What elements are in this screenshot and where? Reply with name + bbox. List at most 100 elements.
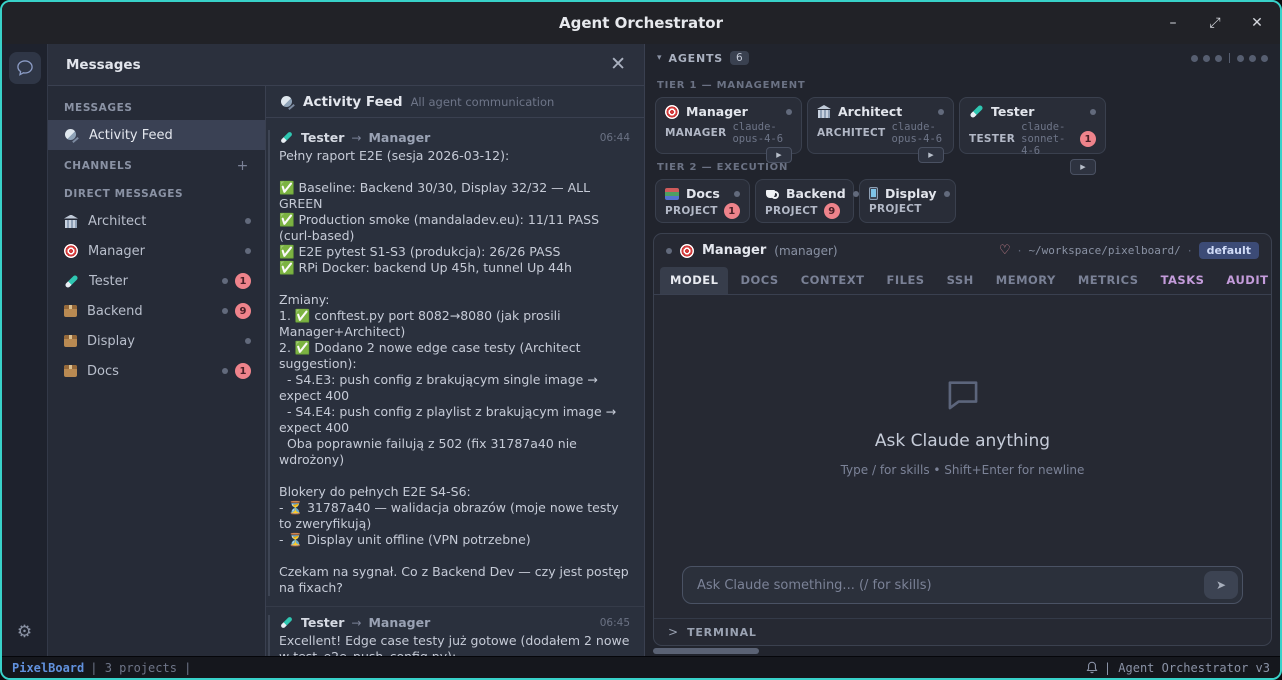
unread-badge: 1 (724, 203, 740, 219)
close-button[interactable]: ✕ (1248, 15, 1266, 31)
scrollbar-thumb[interactable] (653, 648, 759, 654)
status-dot (222, 368, 228, 374)
tab-docs[interactable]: DOCS (730, 267, 788, 294)
agent-name: Backend (786, 186, 846, 201)
agent-role: TESTER (969, 133, 1015, 145)
sidebar-item-tester[interactable]: Tester 1 (48, 266, 265, 296)
heart-icon[interactable]: ♡ (999, 243, 1011, 258)
add-channel-button[interactable]: + (237, 158, 249, 174)
agents-count-badge: 6 (730, 51, 749, 65)
session-badge[interactable]: default (1199, 242, 1259, 259)
satellite-dish-icon (280, 95, 295, 109)
classical-building-icon (817, 105, 831, 118)
status-dot (1090, 109, 1096, 115)
target-icon (665, 105, 679, 119)
sidebar-item-activity-feed[interactable]: Activity Feed (48, 120, 265, 150)
close-messages-icon[interactable]: ✕ (610, 55, 626, 74)
coffee-icon (765, 188, 779, 200)
terminal-toggle[interactable]: > TERMINAL (654, 618, 1271, 645)
agents-header[interactable]: ▾ AGENTS 6 (653, 44, 1272, 72)
agent-card-docs[interactable]: Docs PROJECT 1 (655, 179, 750, 223)
channels-section-label: CHANNELS + (48, 150, 265, 180)
tab-ssh[interactable]: SSH (937, 267, 984, 294)
send-button[interactable]: ➤ (1204, 571, 1238, 599)
chevron-down-icon: ▾ (657, 53, 662, 63)
agent-role: PROJECT (869, 203, 922, 215)
horizontal-scrollbar[interactable] (653, 646, 1272, 656)
agent-dot (1215, 55, 1222, 62)
agent-model: claude-sonnet-4-6 (1021, 121, 1074, 157)
sidebar-item-architect[interactable]: Architect (48, 206, 265, 236)
arrow-icon: → (351, 131, 361, 145)
test-tube-icon (280, 616, 294, 630)
sidebar-item-label: Architect (88, 214, 146, 229)
agent-card-manager[interactable]: Manager MANAGER claude-opus-4-6 ▶ (655, 97, 802, 154)
tab-metrics[interactable]: METRICS (1068, 267, 1149, 294)
unread-badge: 9 (235, 303, 251, 319)
agent-model: claude-opus-4-6 (892, 121, 944, 145)
workspace-path: ~/workspace/pixelboard/ (1028, 244, 1180, 257)
sidebar-item-backend[interactable]: Backend 9 (48, 296, 265, 326)
tier1-cards: Manager MANAGER claude-opus-4-6 ▶ Archit… (653, 97, 1272, 154)
agent-name: Docs (686, 186, 720, 201)
status-dot (786, 109, 792, 115)
arrow-icon: → (351, 616, 361, 630)
agent-card-architect[interactable]: Architect ARCHITECT claude-opus-4-6 ▶ (807, 97, 954, 154)
agent-role: ARCHITECT (817, 127, 886, 139)
bell-icon[interactable] (1086, 661, 1098, 674)
tab-files[interactable]: FILES (876, 267, 934, 294)
sidebar-item-docs[interactable]: Docs 1 (48, 356, 265, 386)
minimize-button[interactable]: – (1164, 15, 1182, 31)
terminal-label: TERMINAL (687, 626, 757, 639)
sidebar-item-label: Docs (87, 364, 119, 379)
tab-audit[interactable]: AUDIT (1216, 267, 1272, 294)
agent-card-tester[interactable]: Tester TESTER claude-sonnet-4-6 1 ▶ (959, 97, 1106, 154)
agent-role: MANAGER (665, 127, 726, 139)
feed-message: Tester → Manager 06:44 Pełny raport E2E … (266, 130, 644, 596)
messages-panel-header: Messages ✕ (48, 44, 644, 86)
sidebar-item-display[interactable]: Display (48, 326, 265, 356)
agent-name: Manager (686, 104, 748, 119)
maximize-button[interactable]: ⤢ (1206, 15, 1224, 31)
speech-bubble-icon (944, 379, 982, 411)
titlebar: Agent Orchestrator – ⤢ ✕ (2, 2, 1280, 44)
activity-feed-title: Activity Feed (303, 94, 403, 110)
satellite-dish-icon (64, 128, 79, 142)
agent-dot (1203, 55, 1210, 62)
tier1-label: TIER 1 — MANAGEMENT (653, 72, 1272, 97)
agent-role: PROJECT (765, 205, 818, 217)
messages-panel-body: MESSAGES Activity Feed CHANNELS + DIRECT… (48, 86, 644, 656)
agent-card-backend[interactable]: Backend PROJECT 9 (755, 179, 854, 223)
agent-dot (1237, 55, 1244, 62)
tab-tasks[interactable]: TASKS (1151, 267, 1215, 294)
status-dot (222, 308, 228, 314)
agents-status-dots (1191, 53, 1268, 63)
message-body: Pełny raport E2E (sesja 2026-03-12): ✅ B… (279, 148, 630, 596)
chevron-right-icon: > (668, 625, 678, 639)
package-icon (64, 305, 77, 317)
empty-state-hint: Type / for skills • Shift+Enter for newl… (841, 463, 1085, 477)
agent-card-display[interactable]: Display PROJECT (859, 179, 956, 223)
sidebar-item-manager[interactable]: Manager (48, 236, 265, 266)
tab-memory[interactable]: MEMORY (986, 267, 1066, 294)
settings-button[interactable]: ⚙ (9, 616, 41, 648)
activity-feed-header: Activity Feed All agent communication (266, 86, 644, 118)
manager-name: Manager (702, 243, 766, 258)
classical-building-icon (64, 215, 78, 228)
status-dot (245, 338, 251, 344)
sidebar-item-label: Backend (87, 304, 143, 319)
window-title: Agent Orchestrator (2, 2, 1280, 44)
statusbar-version: | Agent Orchestrator v3 (1104, 661, 1270, 675)
test-tube-icon (64, 274, 79, 289)
message-timestamp: 06:45 (600, 617, 630, 629)
chat-input[interactable] (682, 566, 1243, 604)
package-icon (64, 365, 77, 377)
messages-rail-button[interactable] (9, 52, 41, 84)
message-body: Excellent! Edge case testy już gotowe (d… (279, 633, 630, 656)
tab-model[interactable]: MODEL (660, 267, 728, 294)
tab-context[interactable]: CONTEXT (791, 267, 875, 294)
agents-label: AGENTS (669, 52, 724, 65)
agent-dot (1261, 55, 1268, 62)
activity-feed-list[interactable]: Tester → Manager 06:44 Pełny raport E2E … (266, 118, 644, 656)
target-icon (680, 244, 694, 258)
